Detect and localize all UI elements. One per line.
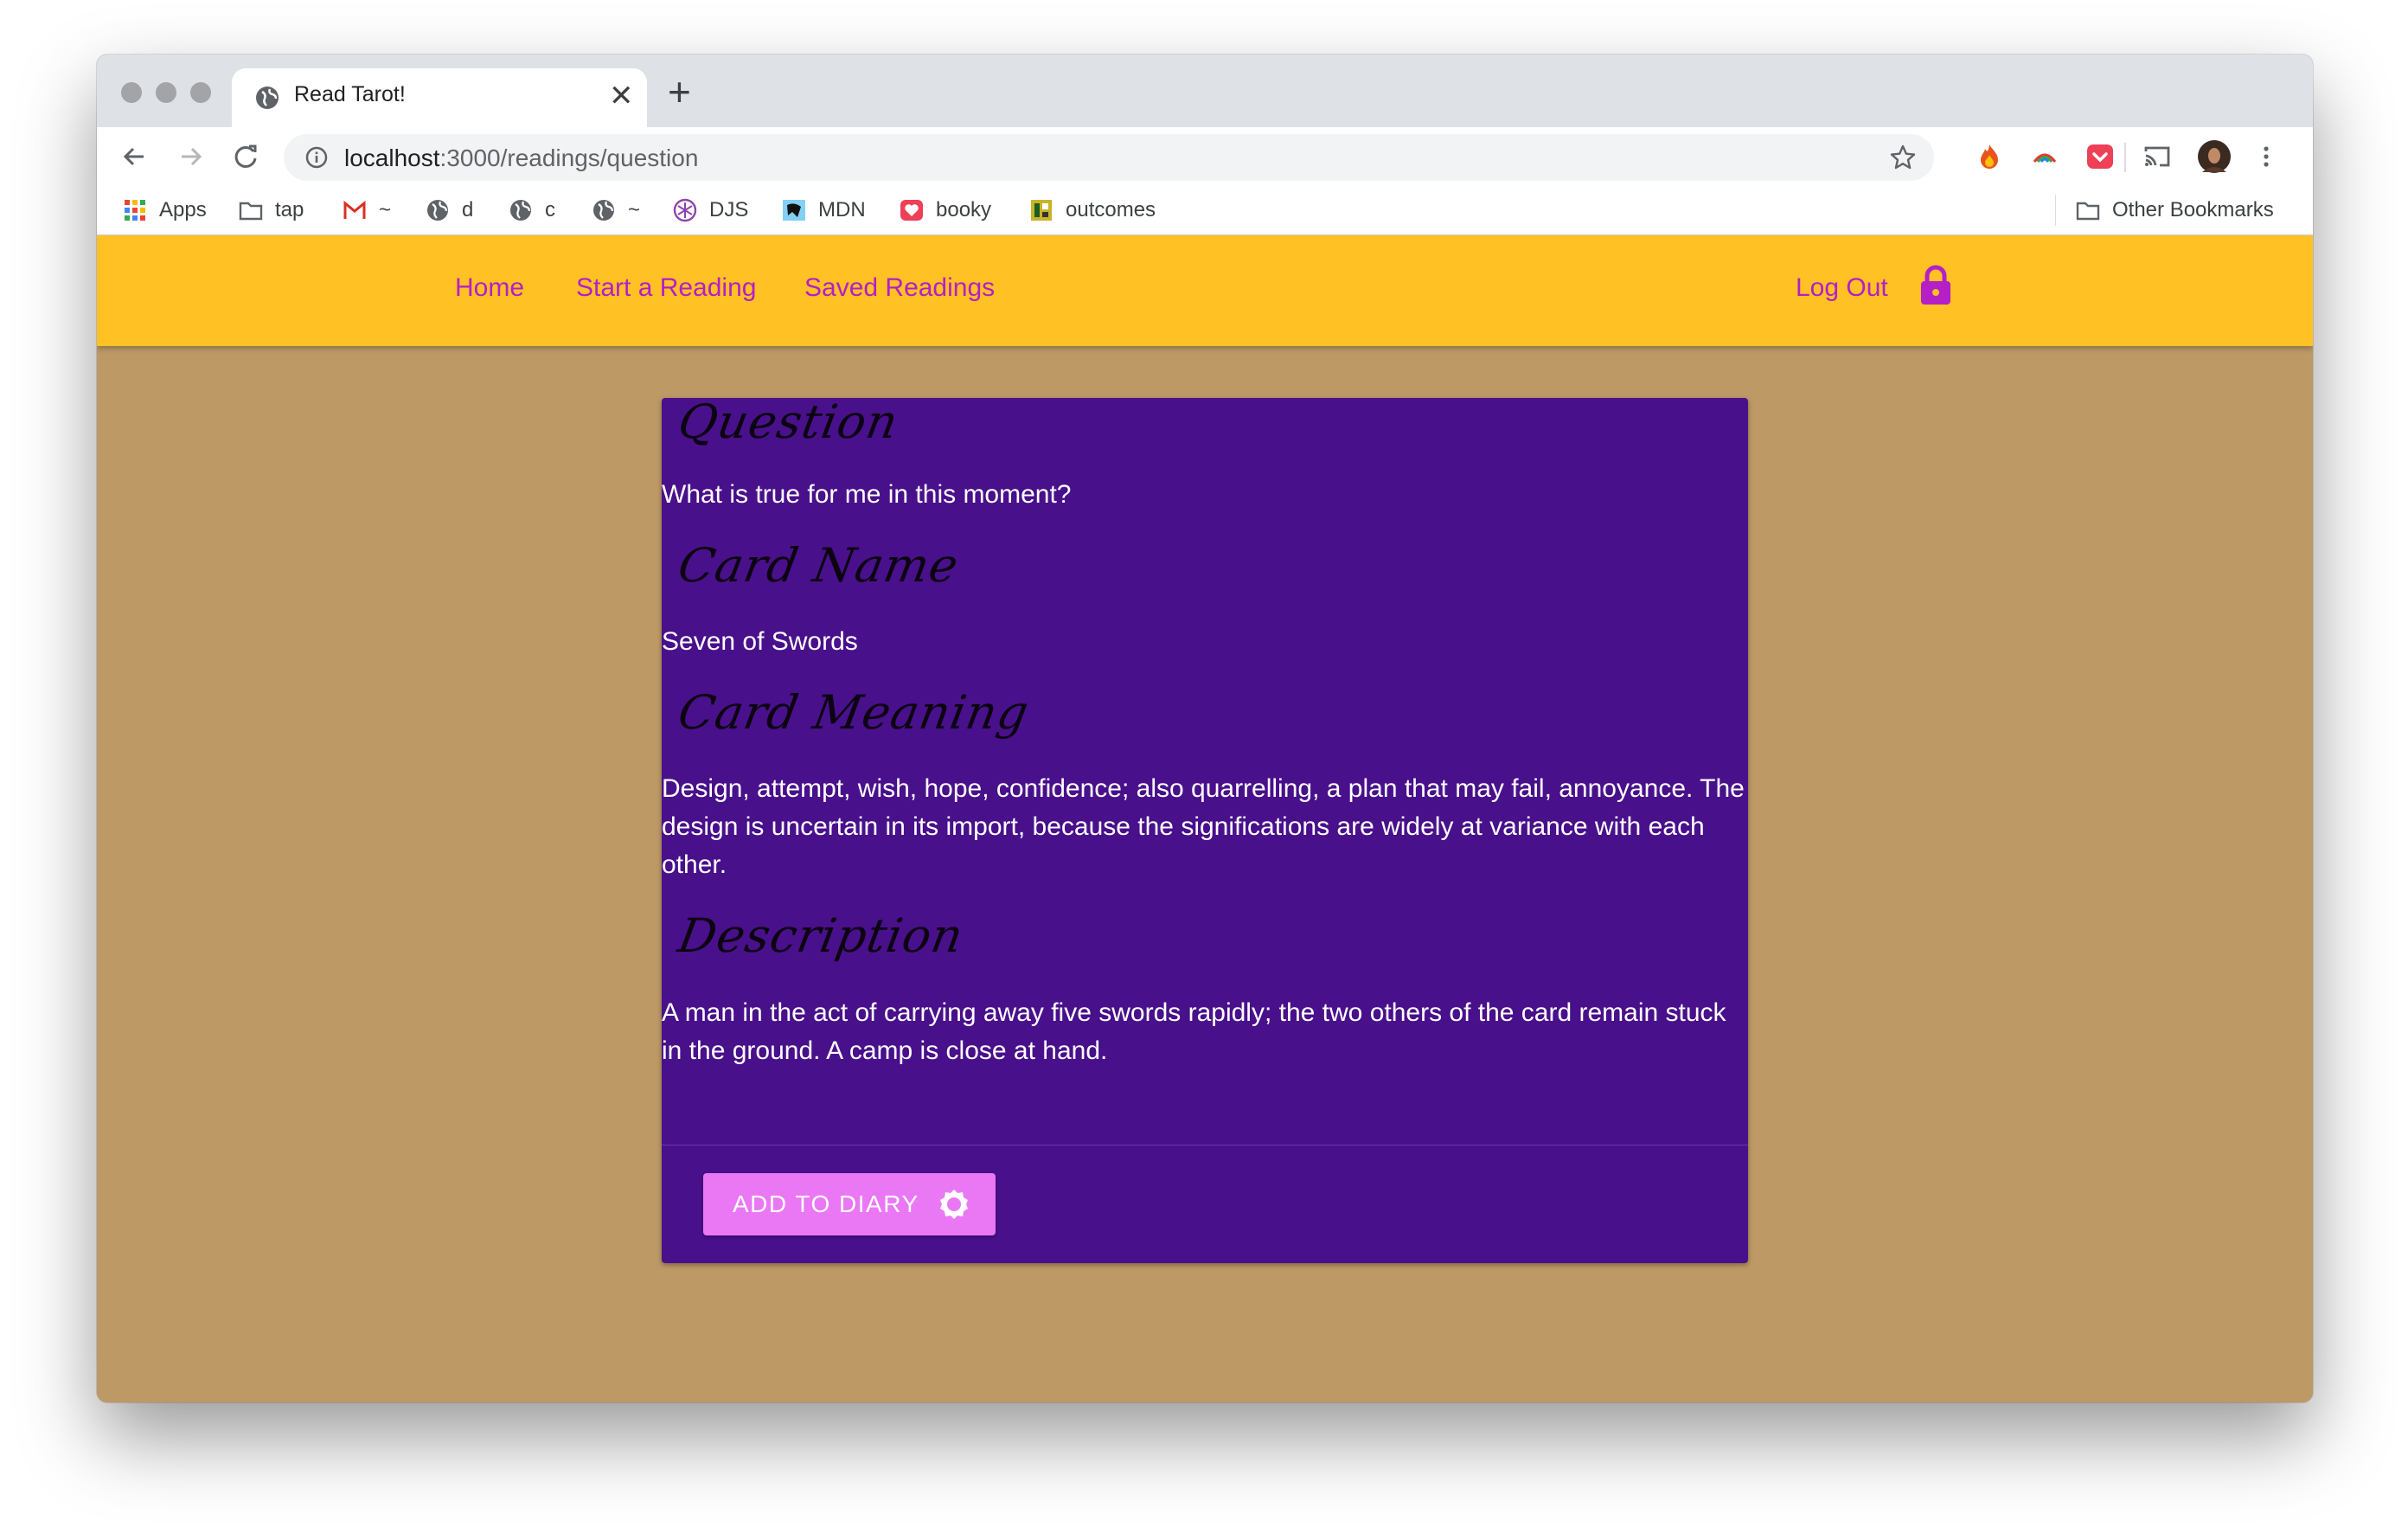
card-meaning-text: Design, attempt, wish, hope, confidence;… (662, 774, 1745, 879)
bookmark-c[interactable]: c (509, 196, 555, 224)
bookmark-label: Apps (159, 198, 207, 221)
address-bar[interactable]: localhost:3000/readings/question (284, 134, 1934, 181)
reload-icon[interactable] (227, 138, 265, 176)
bookmark-label: booky (936, 198, 992, 221)
browser-toolbar: localhost:3000/readings/question (97, 127, 2313, 186)
info-icon[interactable] (304, 145, 329, 170)
bookmark-gmail[interactable]: ~ (343, 196, 391, 224)
bookmark-label: Other Bookmarks (2112, 198, 2274, 221)
bookmark-other[interactable]: Other Bookmarks (2076, 196, 2274, 224)
bookmark-djs[interactable]: DJS (673, 196, 748, 224)
browser-window: Read Tarot! ✕ + localhost:3000/readings/… (97, 55, 2313, 1402)
page-content: Home Start a Reading Saved Readings Log … (97, 235, 2313, 1402)
globe-icon (256, 87, 279, 109)
gmail-icon (343, 200, 366, 219)
heart-icon (900, 200, 923, 221)
url-path: :3000/readings/question (439, 144, 699, 171)
pocket-extension-icon[interactable] (2085, 141, 2116, 172)
nav-start-reading[interactable]: Start a Reading (576, 273, 756, 303)
toolbar-divider (2124, 143, 2126, 172)
card-name-heading: Card Name (674, 538, 964, 593)
bookmark-label: outcomes (1066, 198, 1156, 221)
bookmarks-bar: Apps tap ~ d c ~ DJS MDN booky outcomes … (97, 186, 2313, 235)
bookmark-tap[interactable]: tap (239, 196, 304, 224)
bookmark-label: MDN (818, 198, 866, 221)
bookmark-tilde[interactable]: ~ (592, 196, 640, 224)
add-to-diary-label: ADD TO DIARY (733, 1190, 919, 1217)
bookmark-d[interactable]: d (426, 196, 473, 224)
bookmark-label: ~ (379, 198, 392, 221)
nav-saved-readings[interactable]: Saved Readings (804, 273, 995, 303)
bookmark-mdn[interactable]: MDN (782, 196, 866, 224)
bookmark-booky[interactable]: booky (900, 196, 991, 224)
bookmark-apps[interactable]: Apps (123, 196, 207, 224)
browser-menu-icon[interactable] (2251, 141, 2282, 172)
globe-icon (427, 200, 448, 221)
window-minimize-button[interactable] (156, 82, 176, 103)
description-heading: Description (674, 908, 968, 963)
new-tab-button[interactable]: + (668, 70, 691, 113)
globe-icon (593, 200, 614, 221)
mdn-icon (783, 200, 805, 221)
bookmark-star-icon[interactable] (1889, 144, 1917, 171)
profile-avatar-icon[interactable] (2197, 139, 2232, 174)
folder-icon (239, 202, 263, 221)
back-arrow-icon[interactable] (116, 138, 154, 176)
tab-close-icon[interactable]: ✕ (609, 79, 634, 113)
nav-logout[interactable]: Log Out (1796, 273, 1888, 303)
question-heading: Question (674, 395, 903, 449)
fire-extension-icon[interactable] (1974, 141, 2005, 172)
add-to-diary-button[interactable]: ADD TO DIARY (703, 1173, 996, 1235)
bookmark-outcomes[interactable]: outcomes (1029, 196, 1156, 224)
app-navbar: Home Start a Reading Saved Readings Log … (97, 235, 2313, 346)
bookmarks-divider (2055, 195, 2056, 226)
bookmark-label: c (545, 198, 555, 221)
tab-strip: Read Tarot! ✕ + (97, 55, 2313, 127)
url-text: localhost:3000/readings/question (344, 144, 698, 172)
bookmark-label: tap (275, 198, 304, 221)
forward-arrow-icon[interactable] (171, 138, 209, 176)
tab-title: Read Tarot! (294, 82, 406, 106)
bookmark-label: ~ (628, 198, 641, 221)
djs-icon (673, 198, 697, 222)
settings-gear-icon (940, 1190, 968, 1219)
card-name-text: Seven of Swords (662, 627, 858, 656)
window-zoom-button[interactable] (190, 82, 211, 103)
url-host: localhost (344, 144, 440, 171)
apps-grid-icon (125, 200, 145, 221)
rainbow-extension-icon[interactable] (2029, 141, 2060, 172)
question-text: What is true for me in this moment? (662, 480, 1072, 509)
browser-tab[interactable]: Read Tarot! ✕ (232, 68, 647, 127)
card-meaning-heading: Card Meaning (674, 685, 1034, 740)
reading-card: Question What is true for me in this mom… (662, 395, 1748, 1263)
folder-icon (2076, 202, 2100, 221)
nav-home[interactable]: Home (455, 273, 524, 303)
lock-icon[interactable] (1918, 265, 1953, 306)
cast-icon[interactable] (2142, 141, 2173, 172)
bookmark-label: d (462, 198, 474, 221)
bookmark-label: DJS (709, 198, 749, 221)
window-close-button[interactable] (121, 82, 142, 103)
description-text: A man in the act of carrying away five s… (662, 998, 1726, 1065)
outcomes-icon (1031, 200, 1052, 221)
globe-icon (510, 200, 531, 221)
